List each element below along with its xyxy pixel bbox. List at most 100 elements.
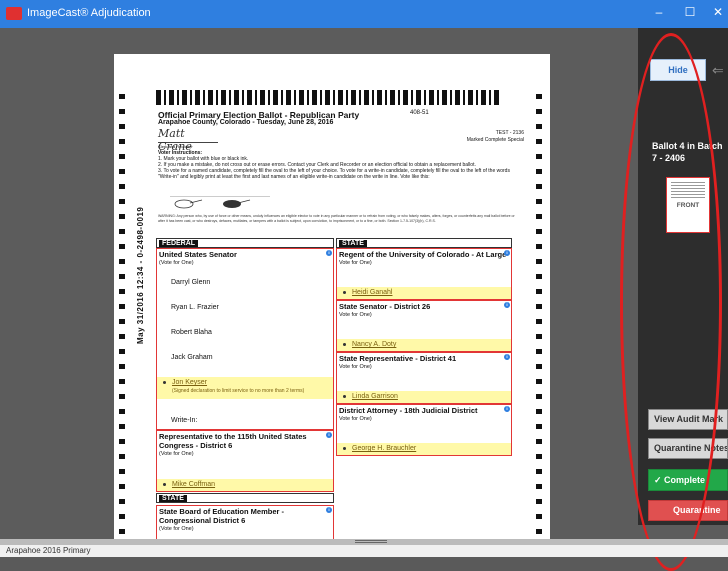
info-icon[interactable]: i [504, 250, 510, 256]
timing-mark [119, 199, 125, 204]
timing-mark [536, 184, 542, 189]
timing-mark [119, 334, 125, 339]
timing-mark [536, 394, 542, 399]
timing-mark [536, 499, 542, 504]
window-title: ImageCast® Adjudication [27, 7, 151, 19]
info-icon[interactable]: i [326, 507, 332, 513]
timing-mark [536, 199, 542, 204]
section-state: STATE [336, 238, 512, 248]
contest-name: Regent of the University of Colorado - A… [339, 250, 507, 259]
timing-mark [119, 439, 125, 444]
timing-mark [536, 154, 542, 159]
timing-mark [536, 289, 542, 294]
timing-mark [119, 394, 125, 399]
ballot-number: 408-51 [410, 110, 429, 116]
contest-name: District Attorney - 18th Judicial Distri… [339, 406, 478, 415]
timing-mark [119, 529, 125, 534]
timing-mark [119, 214, 125, 219]
ballot-barcode [156, 90, 500, 105]
timing-mark [536, 529, 542, 534]
ballot-subtitle: Arapahoe County, Colorado - Tuesday, Jun… [158, 119, 334, 126]
timing-mark [536, 124, 542, 129]
timing-mark [119, 499, 125, 504]
timing-mark [536, 484, 542, 489]
info-icon[interactable]: i [326, 432, 332, 438]
timing-mark [536, 94, 542, 99]
timing-mark [119, 514, 125, 519]
timing-mark [119, 304, 125, 309]
timing-mark [119, 184, 125, 189]
selected-candidate: Mike Coffman [157, 479, 333, 491]
contest-regent[interactable]: i Regent of the University of Colorado -… [336, 248, 512, 300]
timing-mark [119, 244, 125, 249]
vote-for-label: (Vote for One) [159, 260, 194, 266]
write-in-option: Write-In: [171, 417, 198, 424]
timing-mark [536, 439, 542, 444]
contest-district-attorney[interactable]: i District Attorney - 18th Judicial Dist… [336, 404, 512, 456]
contest-name: State Senator - District 26 [339, 302, 431, 311]
selected-candidate: Linda Garrison [337, 391, 511, 403]
timing-mark [536, 169, 542, 174]
annotation-oval [620, 33, 722, 571]
info-icon[interactable]: i [504, 406, 510, 412]
timing-mark [119, 229, 125, 234]
ballot-marked-label: Marked Complete Special [466, 137, 524, 143]
candidate-option: Jack Graham [171, 354, 213, 361]
timing-mark [536, 424, 542, 429]
timing-mark [119, 109, 125, 114]
contest-state-representative[interactable]: i State Representative - District 41 Vot… [336, 352, 512, 404]
candidate-option: Ryan L. Frazier [171, 304, 219, 311]
timing-mark [536, 334, 542, 339]
contest-state-board-education[interactable]: i State Board of Education Member - Cong… [156, 505, 334, 540]
contest-us-senator[interactable]: i United States Senator (Vote for One) D… [156, 248, 334, 430]
ballot-workspace: Official Primary Election Ballot - Repub… [0, 28, 728, 540]
timing-mark [536, 319, 542, 324]
voter-instructions: Voter Instructions: 1. Mark your ballot … [158, 150, 518, 180]
timing-mark [536, 244, 542, 249]
timing-mark [119, 424, 125, 429]
vote-for-label: (Vote for One) [159, 451, 194, 457]
timing-mark [119, 454, 125, 459]
timing-mark [536, 214, 542, 219]
timing-mark [536, 259, 542, 264]
timing-mark [119, 379, 125, 384]
timing-mark [536, 469, 542, 474]
splitter-grip-icon[interactable] [355, 540, 387, 543]
maximize-button[interactable]: ☐ [680, 5, 700, 19]
app-logo-icon [6, 7, 22, 20]
contest-name: State Board of Education Member - Congre… [159, 507, 285, 525]
info-icon[interactable]: i [326, 250, 332, 256]
instruction-3: 3. To vote for a named candidate, comple… [158, 168, 510, 180]
timing-mark [119, 94, 125, 99]
info-icon[interactable]: i [504, 302, 510, 308]
vote-for-label: (Vote for One) [159, 526, 194, 532]
timing-mark [119, 154, 125, 159]
contest-state-senator[interactable]: i State Senator - District 26 Vote for O… [336, 300, 512, 352]
timing-mark [119, 349, 125, 354]
timing-mark [119, 169, 125, 174]
status-bar: Arapahoe 2016 Primary [0, 545, 728, 557]
ballot-image: Official Primary Election Ballot - Repub… [114, 54, 550, 540]
section-federal: FEDERAL [156, 238, 334, 248]
timing-mark [536, 364, 542, 369]
timing-mark [119, 124, 125, 129]
timing-mark [119, 259, 125, 264]
vote-for-label: Vote for One) [339, 364, 372, 370]
clerk-label: Clerk and Recorder [158, 144, 193, 149]
selected-candidate: George H. Brauchler [337, 443, 511, 455]
info-icon[interactable]: i [504, 354, 510, 360]
timing-mark [536, 139, 542, 144]
title-bar: ImageCast® Adjudication – ☐ ✕ [0, 0, 728, 28]
minimize-button[interactable]: – [649, 5, 669, 19]
close-button[interactable]: ✕ [708, 5, 728, 19]
timing-mark [119, 484, 125, 489]
contest-name: United States Senator [159, 250, 237, 259]
timing-mark [119, 274, 125, 279]
timing-mark [119, 289, 125, 294]
back-arrow-icon[interactable]: ⇐ [712, 62, 728, 78]
ballot-test-label: TEST - 2136 [495, 130, 524, 136]
contest-representative-115th[interactable]: i Representative to the 115th United Sta… [156, 430, 334, 492]
contest-name: Representative to the 115th United State… [159, 432, 307, 450]
warning-text: WARNING: Any person who, by use of force… [158, 214, 515, 223]
timing-mark [536, 304, 542, 309]
